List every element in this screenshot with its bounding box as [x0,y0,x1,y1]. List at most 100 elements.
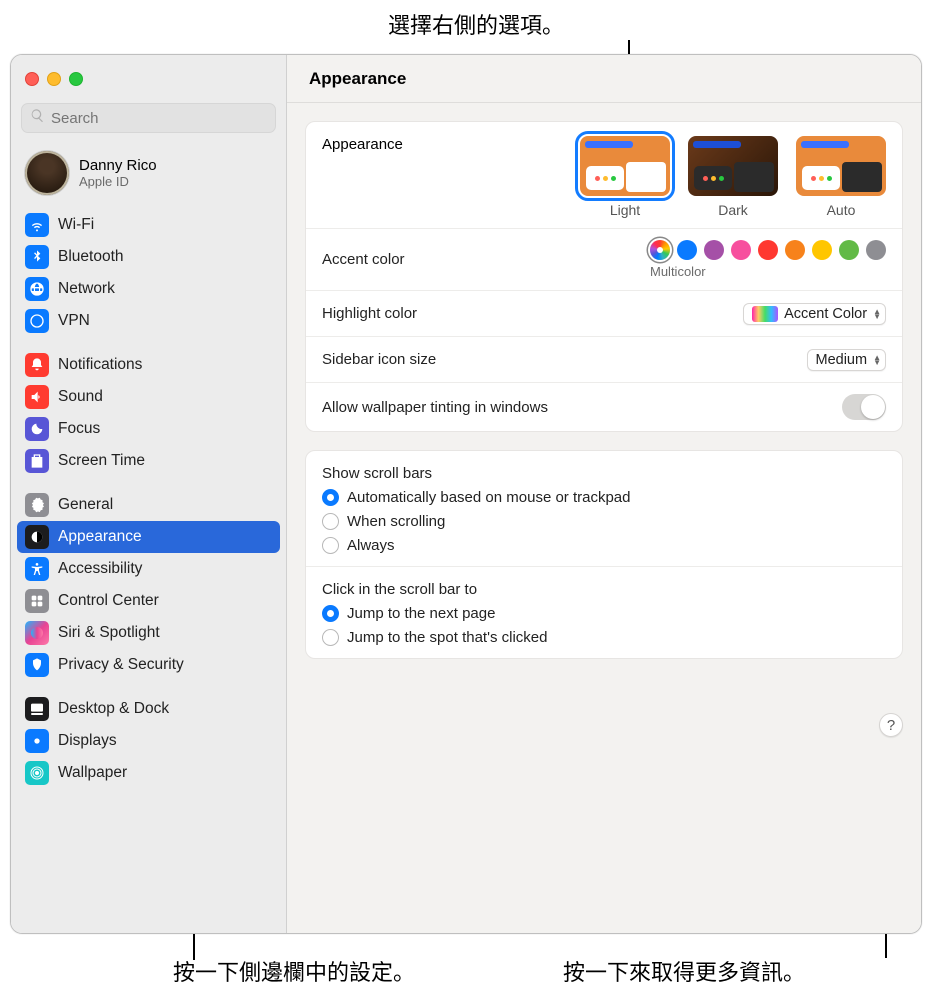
callout-top: 選擇右側的選項。 [388,8,564,40]
radio-icon [322,605,339,622]
avatar [25,151,69,195]
minimize-button[interactable] [47,72,61,86]
theme-auto[interactable]: Auto [796,136,886,218]
content-body: Appearance Light Dark Auto Accent color Mu… [287,103,921,933]
sidebar-item-notifications[interactable]: Notifications [17,349,280,381]
theme-label: Auto [796,202,886,218]
wallpaper-tint-switch[interactable] [842,394,886,420]
help-button[interactable]: ? [879,713,903,737]
sidebar-item-label: Bluetooth [58,248,124,266]
sidebar-item-label: Focus [58,420,100,438]
sidebar-size-label: Sidebar icon size [322,351,807,368]
sidebar-item-label: Notifications [58,356,142,374]
sidebar-item-label: Appearance [58,528,142,546]
desktop-icon [25,697,49,721]
accent-selected-label: Multicolor [650,264,706,279]
radio-icon [322,489,339,506]
scrollclick-group: Jump to the next page Jump to the spot th… [322,605,886,646]
sidebar-item-desktop[interactable]: Desktop & Dock [17,693,280,725]
sidebar: Danny Rico Apple ID Wi-Fi Bluetooth Networ… [11,55,287,933]
theme-label: Dark [688,202,778,218]
sidebar-item-wallpaper[interactable]: Wallpaper [17,757,280,789]
highlight-value: Accent Color [784,306,867,322]
theme-label: Light [580,202,670,218]
radio-icon [322,537,339,554]
accessibility-icon [25,557,49,581]
accent-label: Accent color [322,251,650,268]
accent-swatch[interactable] [731,240,751,260]
sidebar-item-screentime[interactable]: Screen Time [17,445,280,477]
sidebar-size-popup[interactable]: Medium ▲▼ [807,349,887,371]
sidebar-item-label: Sound [58,388,103,406]
accent-row: Accent color Multicolor [306,229,902,291]
search-field[interactable] [21,103,276,133]
sidebar-item-label: General [58,496,113,514]
account-row[interactable]: Danny Rico Apple ID [11,141,286,209]
accent-swatch[interactable] [866,240,886,260]
bluetooth-icon [25,245,49,269]
sidebar-item-label: Screen Time [58,452,145,470]
accent-swatch[interactable] [758,240,778,260]
theme-thumb [796,136,886,196]
sidebar-item-general[interactable]: General [17,489,280,521]
sidebar-item-controlcenter[interactable]: Control Center [17,585,280,617]
theme-light[interactable]: Light [580,136,670,218]
theme-thumb [580,136,670,196]
accent-swatch[interactable] [812,240,832,260]
sidebar-item-accessibility[interactable]: Accessibility [17,553,280,585]
sidebar-item-label: Network [58,280,115,298]
sidebar-item-label: Desktop & Dock [58,700,169,718]
sidebar-item-label: Displays [58,732,117,750]
accent-swatch[interactable] [650,240,670,260]
account-sub: Apple ID [79,174,157,189]
accent-swatch[interactable] [785,240,805,260]
sidebar-item-focus[interactable]: Focus [17,413,280,445]
sidebar-item-label: Accessibility [58,560,142,578]
sidebar-item-siri[interactable]: Siri & Spotlight [17,617,280,649]
sidebar-item-label: Siri & Spotlight [58,624,160,642]
scrollclick-radio[interactable]: Jump to the next page [322,605,886,622]
displays-icon [25,729,49,753]
focus-icon [25,417,49,441]
account-name: Danny Rico [79,157,157,174]
accent-swatch[interactable] [704,240,724,260]
scrollbars-radio[interactable]: Automatically based on mouse or trackpad [322,489,886,506]
close-button[interactable] [25,72,39,86]
sidebar-item-network[interactable]: Network [17,273,280,305]
radio-label: Jump to the next page [347,605,495,622]
sidebar-item-bluetooth[interactable]: Bluetooth [17,241,280,273]
general-icon [25,493,49,517]
content-header: Appearance [287,55,921,103]
notifications-icon [25,353,49,377]
search-input[interactable] [51,110,267,127]
page-title: Appearance [309,69,406,89]
controlcenter-icon [25,589,49,613]
titlebar [11,55,286,103]
highlight-swatch [752,306,778,322]
highlight-popup[interactable]: Accent Color ▲▼ [743,303,886,325]
sidebar-item-sound[interactable]: Sound [17,381,280,413]
radio-label: Always [347,537,395,554]
appearance-panel: Appearance Light Dark Auto Accent color Mu… [305,121,903,432]
sidebar-size-row: Sidebar icon size Medium ▲▼ [306,337,902,383]
sidebar-item-vpn[interactable]: VPN [17,305,280,337]
chevron-updown-icon: ▲▼ [873,355,881,365]
sound-icon [25,385,49,409]
sidebar-nav: Wi-Fi Bluetooth Network VPN Notifications Sou… [11,209,286,933]
screentime-icon [25,449,49,473]
sidebar-item-privacy[interactable]: Privacy & Security [17,649,280,681]
sidebar-item-displays[interactable]: Displays [17,725,280,757]
sidebar-item-appearance[interactable]: Appearance [17,521,280,553]
appearance-icon [25,525,49,549]
sidebar-item-wifi[interactable]: Wi-Fi [17,209,280,241]
accent-swatch[interactable] [839,240,859,260]
scrollbars-radio[interactable]: Always [322,537,886,554]
appearance-label: Appearance [322,136,403,218]
zoom-button[interactable] [69,72,83,86]
scrollbars-radio[interactable]: When scrolling [322,513,886,530]
radio-icon [322,513,339,530]
radio-icon [322,629,339,646]
theme-dark[interactable]: Dark [688,136,778,218]
accent-swatch[interactable] [677,240,697,260]
scrollclick-radio[interactable]: Jump to the spot that's clicked [322,629,886,646]
